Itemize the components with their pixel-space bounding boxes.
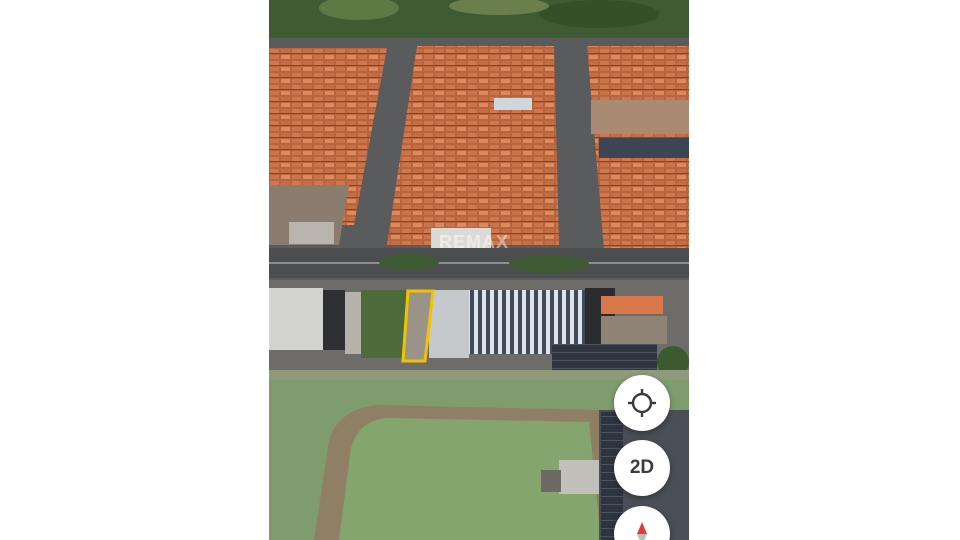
residential-block (387, 46, 559, 245)
toggle-2d-button[interactable]: 2D (614, 440, 670, 496)
toggle-2d-label: 2D (629, 457, 655, 478)
watermark: REMAX (439, 232, 510, 252)
my-location-button[interactable] (614, 375, 670, 431)
satellite-map-view[interactable]: REMAX 2D (269, 0, 689, 540)
compass-icon (637, 522, 647, 540)
crosshair-icon (628, 389, 656, 417)
